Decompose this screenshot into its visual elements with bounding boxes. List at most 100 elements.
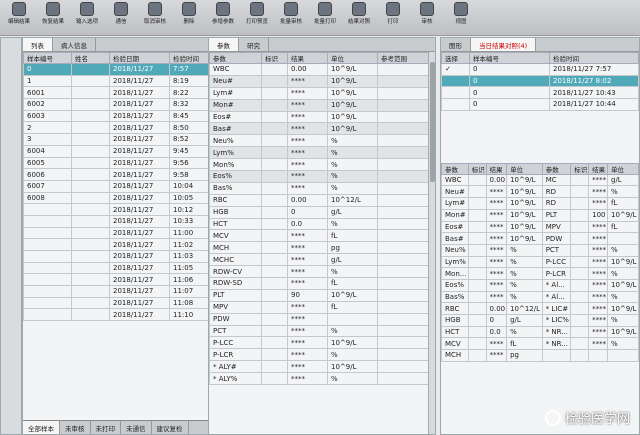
toolbar-button-8[interactable]: 批量审核 [274,0,308,36]
table-row[interactable]: Neu% ****% PCT ****% [441,243,639,257]
table-row[interactable]: Bas# **** 10^9/L PDW **** [441,232,639,245]
filter-tab[interactable]: 未打印 [91,421,121,434]
table-row[interactable]: 0 2018/11/27 10:44 [441,98,639,111]
table-row[interactable]: PDW **** [209,312,435,326]
tab-research[interactable]: 研究 [239,38,269,51]
col-name[interactable]: 姓名 [71,52,110,64]
toolbar-button-3[interactable]: 通信 [104,0,138,36]
table-row[interactable]: 6007 2018/11/27 10:04 [23,179,211,193]
table-row[interactable]: 2018/11/27 11:10 [23,308,211,322]
table-row[interactable]: P-LCC **** 10^9/L [209,336,435,350]
table-row[interactable]: 2018/11/27 11:00 [23,226,211,240]
table-row[interactable]: MCHC **** g/L [209,253,435,267]
table-row[interactable]: 2018/11/27 11:03 [23,250,211,263]
table-row[interactable]: 2018/11/27 11:02 [23,238,211,251]
table-row[interactable]: Mon% ****% [209,158,435,172]
toolbar-button-11[interactable]: 打印 [376,0,410,36]
col-reference[interactable]: 参考范围 [377,52,435,64]
table-row[interactable]: 3 2018/11/27 8:52 [23,133,211,146]
table-row[interactable]: 6003 2018/11/27 8:45 [23,109,211,123]
table-row[interactable]: * ALY% ****% [209,372,435,386]
compare-col-header[interactable]: 标识 [467,162,487,175]
toolbar-button-7[interactable]: 打印预览 [240,0,274,36]
table-row[interactable]: MPV **** fL [209,300,435,314]
tab-graphics[interactable]: 图形 [441,38,471,51]
table-row[interactable]: Mon... ****% P-LCR ****% [441,267,639,280]
table-row[interactable]: * ALY# **** 10^9/L [209,360,435,374]
compare-col-header[interactable]: 单位 [506,162,543,175]
table-row[interactable]: HCT 0.0% * NR... **** 10^9/L [441,325,639,339]
table-row[interactable]: Bas% ****% [209,181,435,195]
table-row[interactable]: 2018/11/27 11:08 [23,296,211,310]
scrollbar-thumb[interactable] [430,62,435,182]
table-row[interactable]: Bas# **** 10^9/L [209,122,435,136]
tab-parameters[interactable]: 参数 [209,38,239,51]
table-row[interactable]: 2018/11/27 11:05 [23,261,211,275]
table-row[interactable]: Eos# **** 10^9/L MPV **** fL [441,220,639,234]
table-row[interactable]: MCH **** pg [441,349,639,362]
table-row[interactable]: RDW-CV ****% [209,265,435,279]
table-row[interactable]: 0 2018/11/27 7:57 [23,63,211,76]
table-row[interactable]: Eos# **** 10^9/L [209,110,435,124]
col-param[interactable]: 参数 [209,52,262,64]
table-row[interactable]: RDW-SD **** fL [209,277,435,290]
table-row[interactable]: MCH **** pg [209,241,435,255]
filter-tab[interactable]: 建议复检 [152,421,189,434]
table-row[interactable]: 2018/11/27 11:07 [23,285,211,298]
table-row[interactable]: Lym% ****% P-LCC **** 10^9/L [441,255,639,269]
col-select[interactable]: 选择 [441,52,470,64]
table-row[interactable]: 6008 2018/11/27 10:05 [23,191,211,205]
table-row[interactable]: 0 2018/11/27 10:43 [441,86,639,100]
toolbar-button-12[interactable]: 审核 [410,0,444,36]
table-row[interactable]: Bas% ****% * Al... ****% [441,290,639,304]
col-flag[interactable]: 标识 [261,52,288,64]
parameter-scrollbar[interactable] [428,52,435,434]
toolbar-button-1[interactable]: 恢复结果 [36,0,70,36]
filter-tab[interactable]: 全部样本 [23,421,60,434]
compare-col-header[interactable]: 参数 [441,162,469,175]
col-sample-id[interactable]: 样本编号 [23,52,72,64]
table-row[interactable]: Mon# **** 10^9/L PLT 100 10^9/L [441,208,639,222]
table-row[interactable]: RBC 0.00 10^12/L [209,193,435,207]
table-row[interactable]: Mon# **** 10^9/L [209,98,435,112]
col-date[interactable]: 检验日期 [109,52,170,64]
tab-daily-comparison[interactable]: 当日结果对照(4) [471,38,537,51]
col-result[interactable]: 结果 [287,52,328,64]
table-row[interactable]: Lym% ****% [209,146,435,160]
table-row[interactable]: Eos% ****% * Al... **** 10^9/L [441,278,639,292]
col-sample-id[interactable]: 样本编号 [469,52,550,64]
table-row[interactable]: 1 2018/11/27 8:19 [23,74,211,88]
compare-col-header[interactable]: 结果 [485,162,508,175]
filter-tab[interactable]: 未审核 [60,421,91,434]
table-row[interactable]: HGB 0 g/L [209,205,435,219]
toolbar-button-5[interactable]: 删除 [172,0,206,36]
tab-patient-info[interactable]: 病人信息 [53,38,96,51]
table-row[interactable]: PLT 90 10^9/L [209,288,435,302]
table-row[interactable]: HGB 0 g/L * LIC% ****% [441,314,639,327]
toolbar-button-4[interactable]: 取消审核 [138,0,172,36]
table-row[interactable]: 6006 2018/11/27 9:58 [23,168,211,181]
table-row[interactable]: 2018/11/27 10:12 [23,203,211,216]
table-row[interactable]: 6005 2018/11/27 9:56 [23,156,211,170]
table-row[interactable]: WBC 0.00 10^9/L MC **** g/L [441,173,639,187]
toolbar-button-10[interactable]: 结果对照 [342,0,376,36]
compare-col-header[interactable]: 参数 [541,162,572,175]
col-unit[interactable]: 单位 [327,52,378,64]
table-row[interactable]: Eos% ****% [209,170,435,183]
table-row[interactable]: MCV **** fL * NR... ****% [441,337,639,351]
compare-col-header[interactable]: 单位 [607,162,639,175]
table-row[interactable]: PCT ****% [209,324,435,338]
compare-col-header[interactable]: 标识 [570,162,590,175]
table-row[interactable]: MCV **** fL [209,229,435,243]
table-row[interactable]: 6001 2018/11/27 8:22 [23,86,211,100]
table-row[interactable]: RBC 0.00 10^12/L * LIC# **** 10^9/L [441,302,639,315]
table-row[interactable]: P-LCR ****% [209,348,435,362]
table-row[interactable]: ✓ 0 2018/11/27 7:57 [441,63,639,76]
col-test-time[interactable]: 检验时间 [549,52,639,64]
toolbar-button-6[interactable]: 参增参数 [206,0,240,36]
col-time[interactable]: 检验时间 [169,52,211,64]
filter-tab[interactable]: 未通信 [121,421,152,434]
table-row[interactable]: Lym# **** 10^9/L RD **** fL [441,197,639,210]
toolbar-button-0[interactable]: 编辑结果 [2,0,36,36]
table-row[interactable]: Neu# **** 10^9/L [209,74,435,88]
